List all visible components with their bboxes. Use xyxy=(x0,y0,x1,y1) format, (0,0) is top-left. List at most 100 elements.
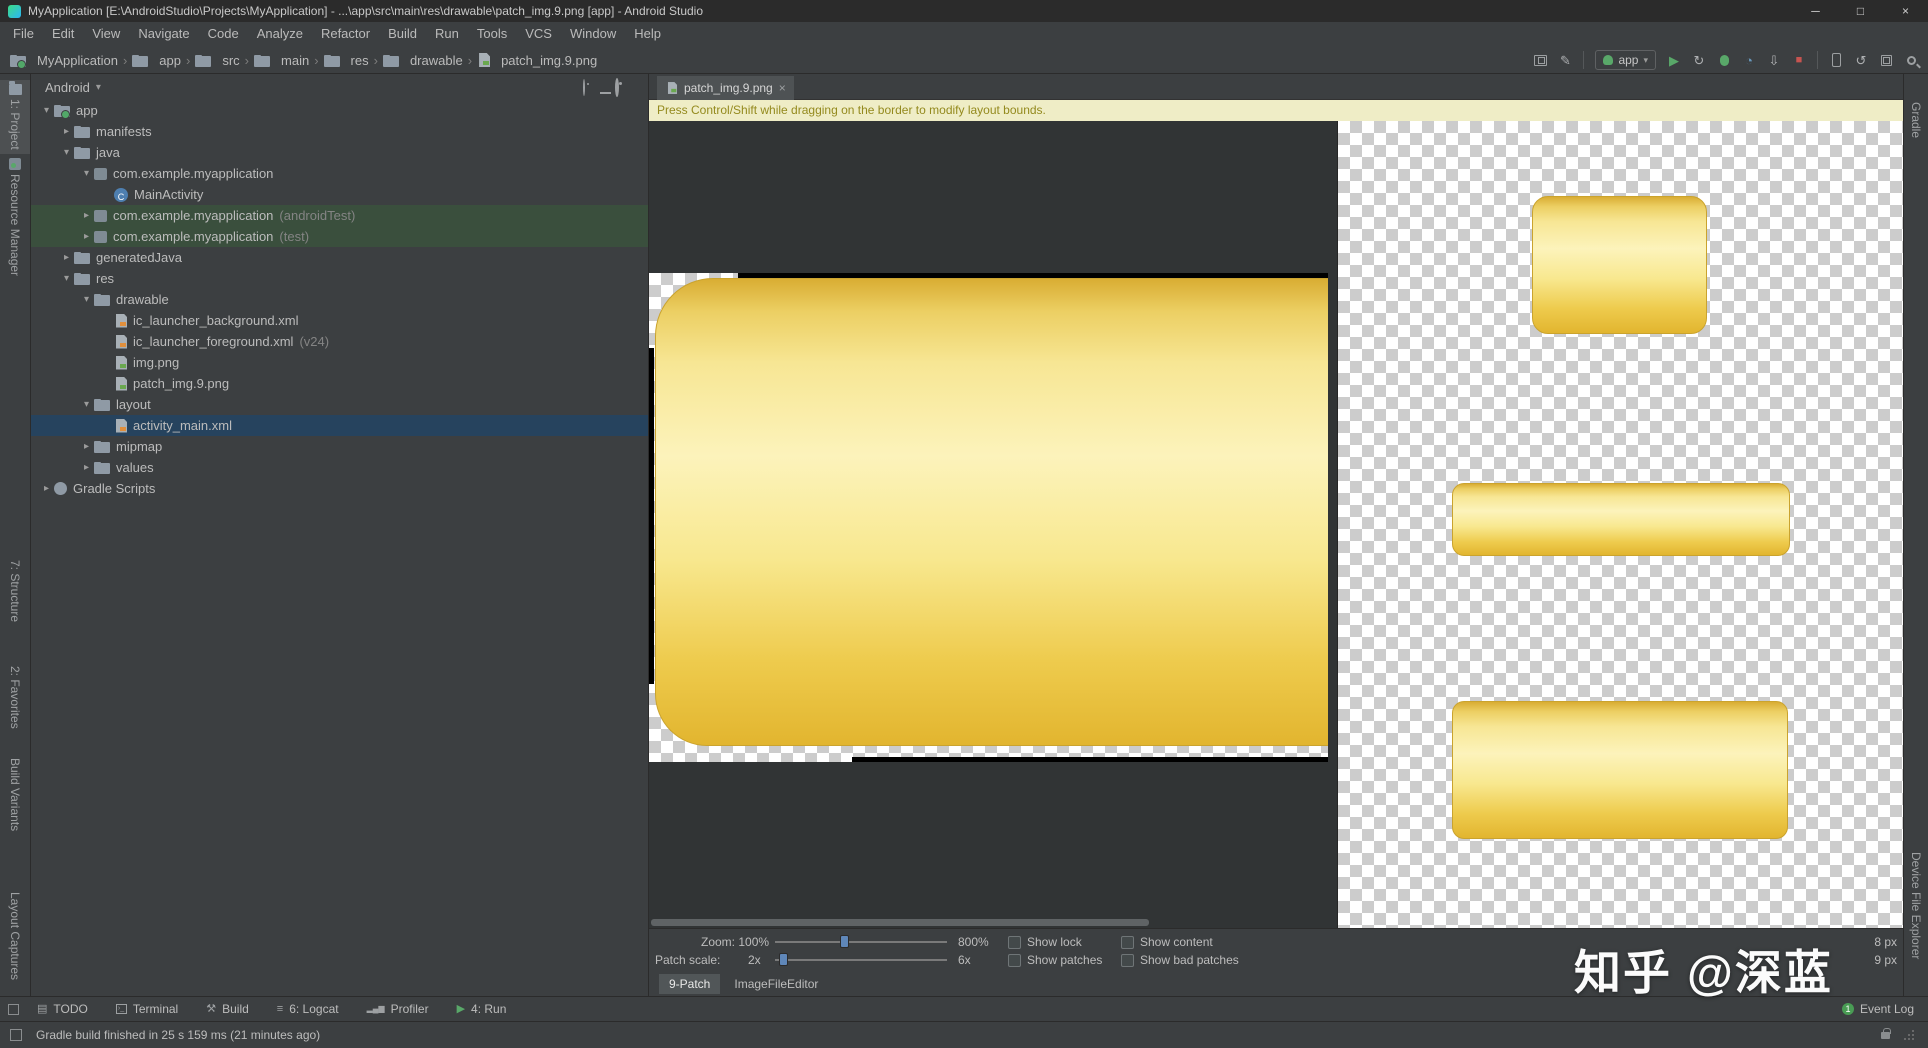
menu-file[interactable]: File xyxy=(4,22,43,46)
menu-analyze[interactable]: Analyze xyxy=(248,22,312,46)
tree-row-img-png[interactable]: img.png xyxy=(31,352,648,373)
maximize-button[interactable]: □ xyxy=(1838,0,1883,22)
debug-button[interactable] xyxy=(1717,54,1731,66)
tree-row-java[interactable]: ▾ java xyxy=(31,142,648,163)
gradle-sync-icon[interactable]: ↺ xyxy=(1854,54,1868,67)
toolbar-logcat[interactable]: ≡ 6: Logcat xyxy=(277,1002,339,1016)
tree-row-ic-launcher-foreground[interactable]: ic_launcher_foreground.xml (v24) xyxy=(31,331,648,352)
zoom-slider-track[interactable] xyxy=(775,941,947,943)
tree-row-manifests[interactable]: ▸ manifests xyxy=(31,121,648,142)
nine-patch-edit-pane[interactable] xyxy=(649,121,1337,928)
breadcrumb-drawable[interactable]: drawable xyxy=(382,53,463,68)
toolbar-run[interactable]: ▶ 4: Run xyxy=(457,1002,507,1016)
expand-arrow[interactable]: ▸ xyxy=(59,252,74,263)
stretch-marker-top[interactable] xyxy=(738,273,1328,278)
menu-navigate[interactable]: Navigate xyxy=(129,22,198,46)
toolstrip-resource-manager[interactable]: Resource Manager xyxy=(0,158,30,276)
checkbox-show-patches[interactable]: Show patches xyxy=(1008,951,1102,969)
breadcrumb-main[interactable]: main xyxy=(254,53,309,68)
horizontal-scrollbar[interactable] xyxy=(651,919,1149,926)
breadcrumb-res[interactable]: res xyxy=(323,53,369,68)
expand-arrow[interactable]: ▸ xyxy=(79,462,94,473)
tree-row-package-test[interactable]: ▸ com.example.myapplication (test) xyxy=(31,226,648,247)
menu-run[interactable]: Run xyxy=(426,22,468,46)
toolstrip-layout-captures[interactable]: Layout Captures xyxy=(0,892,30,980)
tree-row-values[interactable]: ▸ values xyxy=(31,457,648,478)
patch-scale-slider-track[interactable] xyxy=(775,959,947,961)
toolbar-terminal[interactable]: ›_ Terminal xyxy=(115,1002,178,1016)
search-everywhere-icon[interactable] xyxy=(1904,55,1918,65)
run-configuration-dropdown[interactable]: app ▾ xyxy=(1595,50,1656,70)
tree-row-patch-img[interactable]: patch_img.9.png xyxy=(31,373,648,394)
resize-grip-icon[interactable] xyxy=(1904,1030,1914,1040)
attach-debugger-icon[interactable]: ⇩ xyxy=(1767,54,1781,67)
stretch-marker-left[interactable] xyxy=(649,348,654,684)
toolstrip-device-file-explorer[interactable]: Device File Explorer xyxy=(1904,852,1928,959)
apply-changes-icon[interactable]: ↻ xyxy=(1692,54,1706,67)
close-tab-icon[interactable]: × xyxy=(779,81,786,95)
breadcrumb-project[interactable]: MyApplication xyxy=(10,53,118,69)
tree-row-res[interactable]: ▾ res xyxy=(31,268,648,289)
profiler-button[interactable]: ◔ xyxy=(1742,54,1756,67)
nine-patch-image[interactable] xyxy=(649,273,1328,762)
project-view-selector[interactable]: Android xyxy=(45,80,90,95)
breadcrumb-src[interactable]: src xyxy=(195,53,240,68)
stop-button[interactable]: ■ xyxy=(1792,54,1806,66)
close-button[interactable]: × xyxy=(1883,0,1928,22)
expand-arrow[interactable]: ▾ xyxy=(39,105,54,116)
checkbox-show-content[interactable]: Show content xyxy=(1121,933,1213,951)
minimize-button[interactable]: ─ xyxy=(1793,0,1838,22)
menu-tools[interactable]: Tools xyxy=(468,22,516,46)
expand-arrow[interactable]: ▸ xyxy=(79,210,94,221)
locate-file-icon[interactable] xyxy=(583,78,585,96)
menu-view[interactable]: View xyxy=(83,22,129,46)
toolstrip-favorites[interactable]: 2: Favorites xyxy=(0,666,30,729)
zoom-slider-thumb[interactable] xyxy=(840,935,849,948)
expand-arrow[interactable]: ▾ xyxy=(59,147,74,158)
toolbar-build[interactable]: ⚒ Build xyxy=(206,1002,249,1016)
toolstrip-project[interactable]: 1: Project xyxy=(0,80,30,154)
tool-window-toggle-icon[interactable] xyxy=(10,1029,22,1041)
menu-code[interactable]: Code xyxy=(199,22,248,46)
menu-vcs[interactable]: VCS xyxy=(516,22,561,46)
menu-build[interactable]: Build xyxy=(379,22,426,46)
tab-image-file-editor[interactable]: ImageFileEditor xyxy=(724,974,828,994)
tree-row-drawable[interactable]: ▾ drawable xyxy=(31,289,648,310)
tree-row-package[interactable]: ▾ com.example.myapplication xyxy=(31,163,648,184)
breadcrumb-app[interactable]: app xyxy=(132,53,181,68)
menu-edit[interactable]: Edit xyxy=(43,22,83,46)
checkbox-show-bad-patches[interactable]: Show bad patches xyxy=(1121,951,1239,969)
editor-tab-patch-img[interactable]: patch_img.9.png × xyxy=(657,76,794,100)
settings-gear-icon[interactable] xyxy=(615,77,619,97)
edit-configurations-icon[interactable]: ✎ xyxy=(1558,54,1572,67)
tree-row-gradle-scripts[interactable]: ▸ Gradle Scripts xyxy=(31,478,648,499)
tree-row-activity-main[interactable]: activity_main.xml xyxy=(31,415,648,436)
toolbar-profiler[interactable]: ▂▄▆ Profiler xyxy=(367,1002,429,1016)
expand-arrow[interactable]: ▸ xyxy=(79,231,94,242)
menu-window[interactable]: Window xyxy=(561,22,625,46)
toolstrip-build-variants[interactable]: Build Variants xyxy=(0,758,30,831)
toolbar-todo[interactable]: ▤ TODO xyxy=(37,1002,88,1016)
run-button[interactable]: ▶ xyxy=(1667,54,1681,67)
expand-arrow[interactable]: ▾ xyxy=(79,168,94,179)
sdk-manager-icon[interactable] xyxy=(1879,54,1893,66)
expand-arrow[interactable]: ▾ xyxy=(79,399,94,410)
toolstrip-structure[interactable]: 7: Structure xyxy=(0,560,30,622)
tree-row-mainactivity[interactable]: C MainActivity xyxy=(31,184,648,205)
expand-arrow[interactable]: ▸ xyxy=(79,441,94,452)
toolstrip-gradle[interactable]: Gradle xyxy=(1904,102,1928,138)
avd-manager-icon[interactable] xyxy=(1829,53,1843,67)
breadcrumb-file[interactable]: patch_img.9.png xyxy=(477,53,597,68)
tree-row-app[interactable]: ▾ app xyxy=(31,100,648,121)
tab-9-patch[interactable]: 9-Patch xyxy=(659,973,721,994)
tree-row-ic-launcher-background[interactable]: ic_launcher_background.xml xyxy=(31,310,648,331)
expand-arrow[interactable]: ▸ xyxy=(39,483,54,494)
quick-access-icon[interactable] xyxy=(8,1003,19,1015)
expand-arrow[interactable]: ▸ xyxy=(59,126,74,137)
patch-scale-slider-thumb[interactable] xyxy=(779,953,788,966)
checkbox-show-lock[interactable]: Show lock xyxy=(1008,933,1082,951)
lock-icon[interactable] xyxy=(1881,1027,1891,1039)
menu-help[interactable]: Help xyxy=(625,22,670,46)
toolbar-event-log[interactable]: 1 Event Log xyxy=(1841,1002,1914,1016)
expand-arrow[interactable]: ▾ xyxy=(59,273,74,284)
